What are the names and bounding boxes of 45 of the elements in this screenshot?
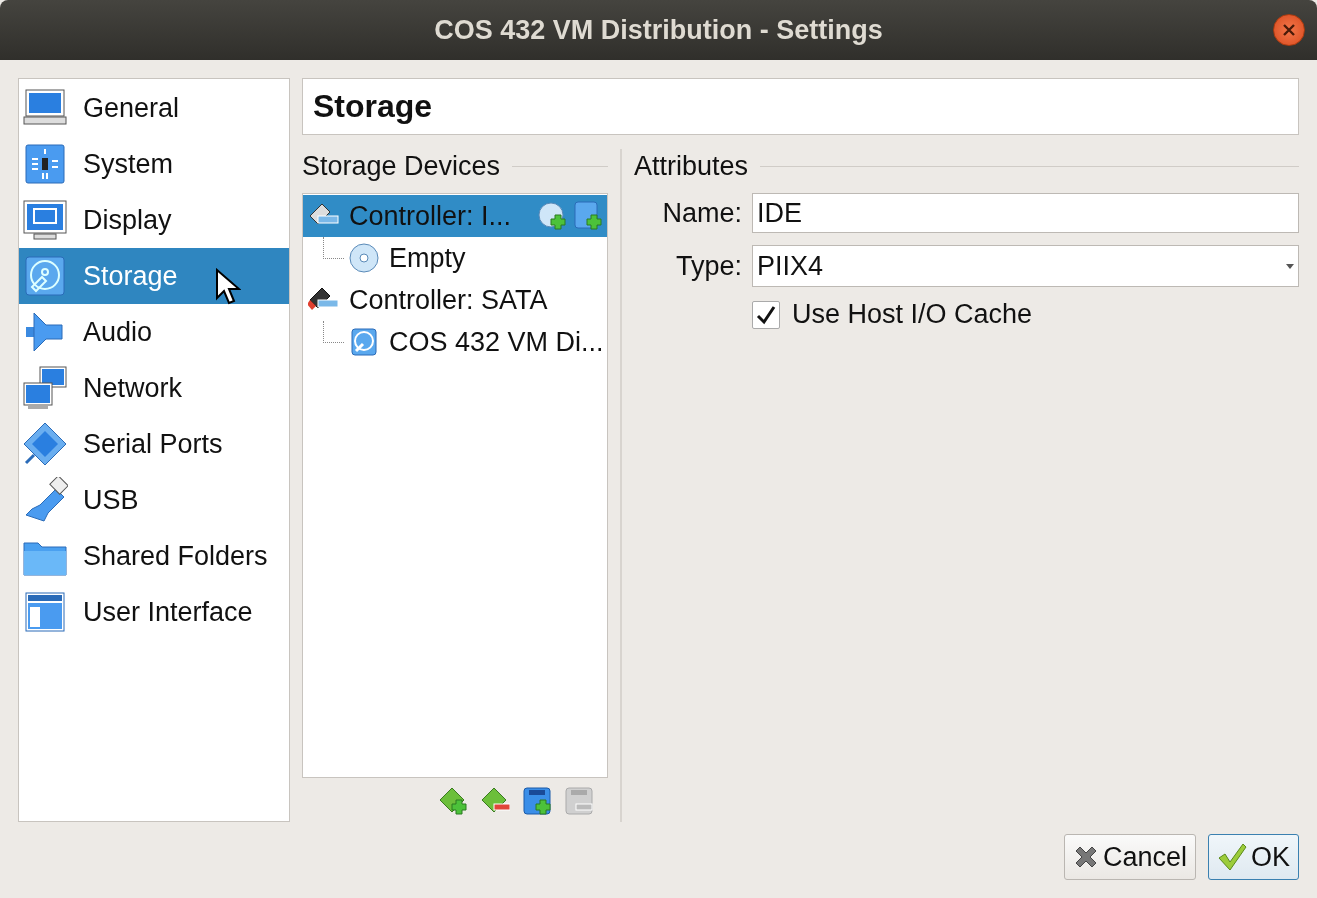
checkbox-label: Use Host I/O Cache: [792, 299, 1033, 330]
add-optical-drive-button[interactable]: [535, 199, 569, 233]
sidebar-item[interactable]: General: [19, 80, 289, 136]
window-title: COS 432 VM Distribution - Settings: [434, 14, 883, 46]
type-dropdown[interactable]: PIIX4: [752, 245, 1299, 287]
computers-icon: [22, 365, 68, 411]
dropdown-arrow-icon: [1286, 263, 1294, 269]
close-icon: [1282, 23, 1296, 37]
sidebar-item[interactable]: USB: [19, 472, 289, 528]
sidebar-item[interactable]: User Interface: [19, 584, 289, 640]
sidebar-item[interactable]: Display: [19, 192, 289, 248]
chip-icon: [22, 141, 68, 187]
disk-plus-icon: [573, 201, 603, 231]
sidebar-item[interactable]: System: [19, 136, 289, 192]
plus-icon: [522, 786, 552, 816]
section-heading: Attributes: [634, 150, 749, 182]
name-field[interactable]: IDE: [752, 193, 1299, 233]
field-label: Type:: [674, 250, 742, 282]
tree-item[interactable]: Empty: [303, 237, 607, 279]
sidebar-item[interactable]: Audio: [19, 304, 289, 360]
page-title: Storage: [313, 88, 433, 125]
section-heading: Storage Devices: [302, 150, 501, 182]
optical-disc-icon: [348, 242, 380, 274]
mouse-pointer-icon: [215, 268, 241, 306]
tree-item[interactable]: Controller: SATA: [303, 279, 607, 321]
tree-item[interactable]: COS 432 VM Di...: [303, 321, 607, 363]
disc-plus-icon: [537, 201, 567, 231]
check-icon: [756, 304, 776, 325]
sidebar-item[interactable]: Serial Ports: [19, 416, 289, 472]
ok-button[interactable]: OK: [1208, 834, 1299, 880]
add-attachment-button[interactable]: [520, 784, 554, 818]
check-icon: [1217, 842, 1247, 872]
tree-item[interactable]: Controller: I...: [303, 195, 607, 237]
sidebar-item[interactable]: Network: [19, 360, 289, 416]
sidebar-item[interactable]: Shared Folders: [19, 528, 289, 584]
plus-icon: [438, 786, 468, 816]
connector-icon: [22, 421, 68, 467]
window-icon: [22, 589, 68, 635]
checkbox[interactable]: [752, 300, 780, 329]
field-label: Name:: [661, 197, 742, 229]
cancel-button[interactable]: Cancel: [1063, 834, 1196, 880]
sidebar-item[interactable]: Storage: [19, 248, 289, 304]
close-button[interactable]: [1273, 14, 1305, 46]
monitor-icon: [22, 197, 68, 243]
minus-icon: [564, 786, 594, 816]
